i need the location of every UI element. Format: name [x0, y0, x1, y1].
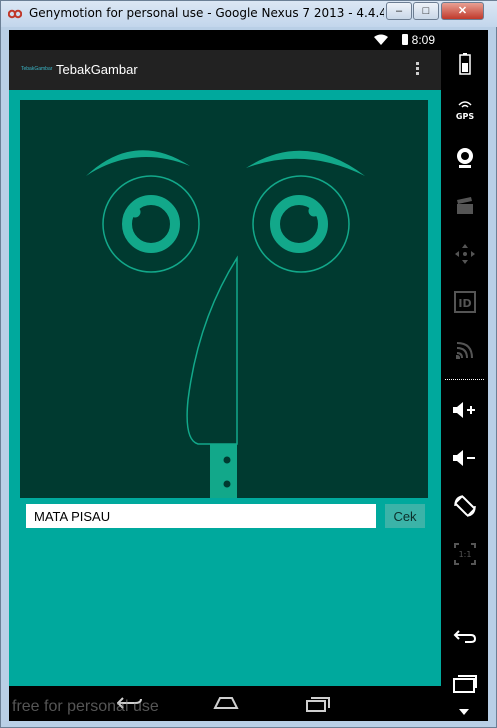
- sidebar-scroll-down-icon[interactable]: [459, 709, 469, 715]
- svg-text:1:1: 1:1: [458, 550, 471, 559]
- window-titlebar[interactable]: Genymotion for personal use - Google Nex…: [1, 1, 497, 27]
- battery-widget-button[interactable]: [441, 44, 488, 84]
- cast-widget-button[interactable]: [441, 330, 488, 370]
- clapperboard-icon: [456, 197, 473, 214]
- cast-icon: [455, 342, 473, 359]
- camera-widget-button[interactable]: [441, 138, 488, 178]
- puzzle-picture: [20, 100, 428, 498]
- device-screen: 8:09 TebakGambar TebakGambar MATA PISAU …: [9, 30, 441, 721]
- battery-icon: [458, 53, 471, 75]
- status-time: 8:09: [411, 33, 435, 47]
- screencast-widget-button[interactable]: [441, 186, 488, 226]
- scale-icon: 1:1: [453, 543, 476, 565]
- emulator-window: Genymotion for personal use - Google Nex…: [0, 0, 497, 728]
- genymotion-sidebar: GPS ID 1:1: [441, 30, 488, 721]
- home-icon[interactable]: [212, 696, 240, 710]
- app-title: TebakGambar: [56, 62, 138, 77]
- app-logo: TebakGambar: [21, 66, 53, 72]
- webcam-icon: [456, 148, 473, 168]
- answer-input[interactable]: [26, 504, 376, 528]
- volume-down-button[interactable]: [441, 438, 488, 478]
- genymotion-app-icon: [8, 9, 22, 19]
- rotate-button[interactable]: [441, 486, 488, 526]
- right-eye-icon: [252, 175, 350, 273]
- window-title: Genymotion for personal use - Google Nex…: [29, 6, 384, 20]
- back-icon: [453, 630, 476, 643]
- sidebar-separator: [445, 379, 484, 380]
- overflow-menu-icon[interactable]: [413, 60, 421, 80]
- wifi-icon: [374, 34, 388, 45]
- menu-icon: [452, 675, 477, 693]
- gps-icon: GPS: [455, 101, 474, 121]
- left-eye-icon: [102, 175, 200, 273]
- dpad-icon: [454, 244, 475, 264]
- volume-up-button[interactable]: [441, 390, 488, 430]
- volume-down-icon: [452, 450, 475, 466]
- right-eyebrow: [246, 150, 365, 176]
- knife-icon: [186, 255, 238, 498]
- battery-icon: [402, 34, 408, 45]
- watermark-text: free for personal use: [12, 698, 159, 715]
- gps-widget-button[interactable]: GPS: [441, 90, 488, 130]
- rotate-icon: [453, 495, 476, 517]
- id-icon: ID: [453, 291, 476, 313]
- minimize-button[interactable]: –: [386, 2, 412, 20]
- sidebar-menu-button[interactable]: [441, 664, 488, 704]
- android-statusbar: 8:09: [9, 30, 441, 50]
- recent-apps-icon[interactable]: [306, 696, 330, 712]
- sidebar-back-button[interactable]: [441, 616, 488, 656]
- device-id-widget-button[interactable]: ID: [441, 282, 488, 322]
- close-button[interactable]: ✕: [441, 2, 484, 20]
- svg-text:ID: ID: [458, 297, 471, 310]
- left-eyebrow: [86, 150, 190, 176]
- check-button[interactable]: Cek: [385, 504, 425, 528]
- pixel-perfect-button[interactable]: 1:1: [441, 534, 488, 574]
- dpad-widget-button[interactable]: [441, 234, 488, 274]
- svg-text:GPS: GPS: [455, 112, 473, 121]
- maximize-button[interactable]: □: [413, 2, 439, 20]
- volume-up-icon: [452, 402, 475, 418]
- app-actionbar: TebakGambar TebakGambar: [9, 50, 441, 90]
- app-content: Cek: [9, 90, 441, 686]
